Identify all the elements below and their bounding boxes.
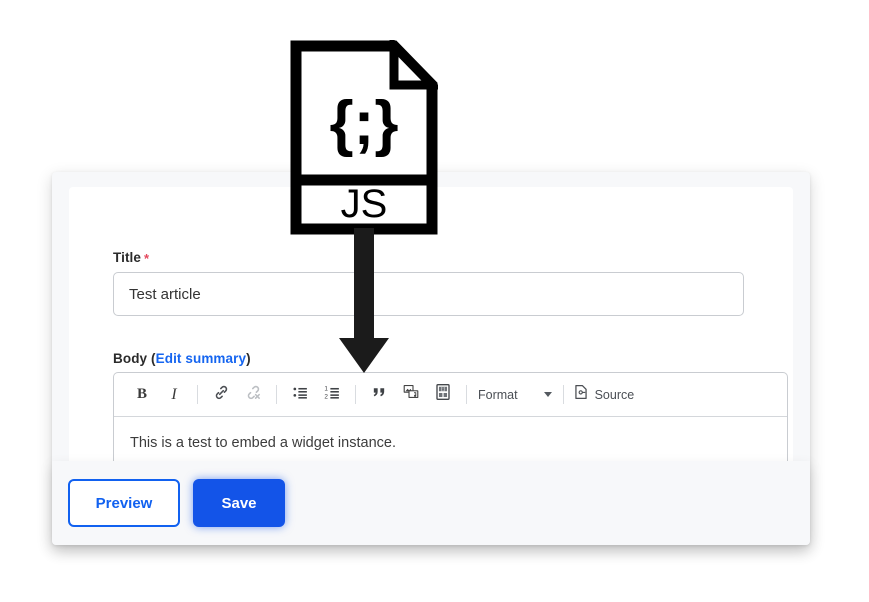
edit-summary-link[interactable]: Edit summary xyxy=(156,351,246,366)
bold-button[interactable]: B xyxy=(129,382,155,408)
editor-content-area[interactable]: This is a test to embed a widget instanc… xyxy=(114,417,787,451)
svg-text:{;}: {;} xyxy=(330,89,399,158)
unlink-button[interactable] xyxy=(240,382,266,408)
source-button-label: Source xyxy=(594,387,635,402)
toolbar-separator xyxy=(562,385,564,404)
chevron-down-icon xyxy=(543,392,552,397)
svg-text:2: 2 xyxy=(324,393,328,400)
source-icon xyxy=(573,384,589,405)
save-button[interactable]: Save xyxy=(193,479,285,527)
source-button[interactable]: Source xyxy=(573,384,635,405)
media-button[interactable] xyxy=(398,382,424,408)
blockquote-button[interactable] xyxy=(366,382,392,408)
body-label-text: Body xyxy=(113,351,148,366)
blockquote-icon xyxy=(371,384,388,406)
widget-embed-icon: {;} xyxy=(434,383,452,406)
unlink-icon xyxy=(245,384,262,406)
form-panel: Title* Body (Edit summary) B I xyxy=(69,187,793,494)
svg-text:{;}: {;} xyxy=(441,387,446,392)
link-icon xyxy=(213,384,230,406)
media-icon xyxy=(402,383,420,406)
title-label-text: Title xyxy=(113,250,142,265)
title-field-label: Title * xyxy=(113,250,149,266)
link-button[interactable] xyxy=(208,382,234,408)
title-input[interactable] xyxy=(113,272,744,316)
numbered-list-icon: 1 2 xyxy=(324,384,341,406)
preview-button[interactable]: Preview xyxy=(68,479,180,527)
italic-button[interactable]: I xyxy=(161,382,187,408)
toolbar-separator xyxy=(466,385,467,404)
form-action-bar: Preview Save xyxy=(52,461,810,545)
body-label-close-paren: ) xyxy=(246,351,251,366)
format-dropdown-label: Format xyxy=(478,387,518,402)
numbered-list-button[interactable]: 1 2 xyxy=(319,382,345,408)
bulleted-list-icon xyxy=(292,384,309,406)
svg-text:1: 1 xyxy=(324,385,328,392)
toolbar-separator xyxy=(355,385,356,404)
bulleted-list-button[interactable] xyxy=(287,382,313,408)
editor-paragraph: This is a test to embed a widget instanc… xyxy=(130,435,396,451)
body-field-label: Body (Edit summary) xyxy=(113,351,251,366)
widget-embed-button[interactable]: {;} xyxy=(430,382,456,408)
format-dropdown[interactable]: Format xyxy=(478,388,556,402)
toolbar-separator xyxy=(197,385,198,404)
toolbar-separator xyxy=(276,385,277,404)
editor-toolbar: B I 1 2 {;} Format Source xyxy=(114,373,787,417)
required-asterisk: * xyxy=(144,251,150,266)
